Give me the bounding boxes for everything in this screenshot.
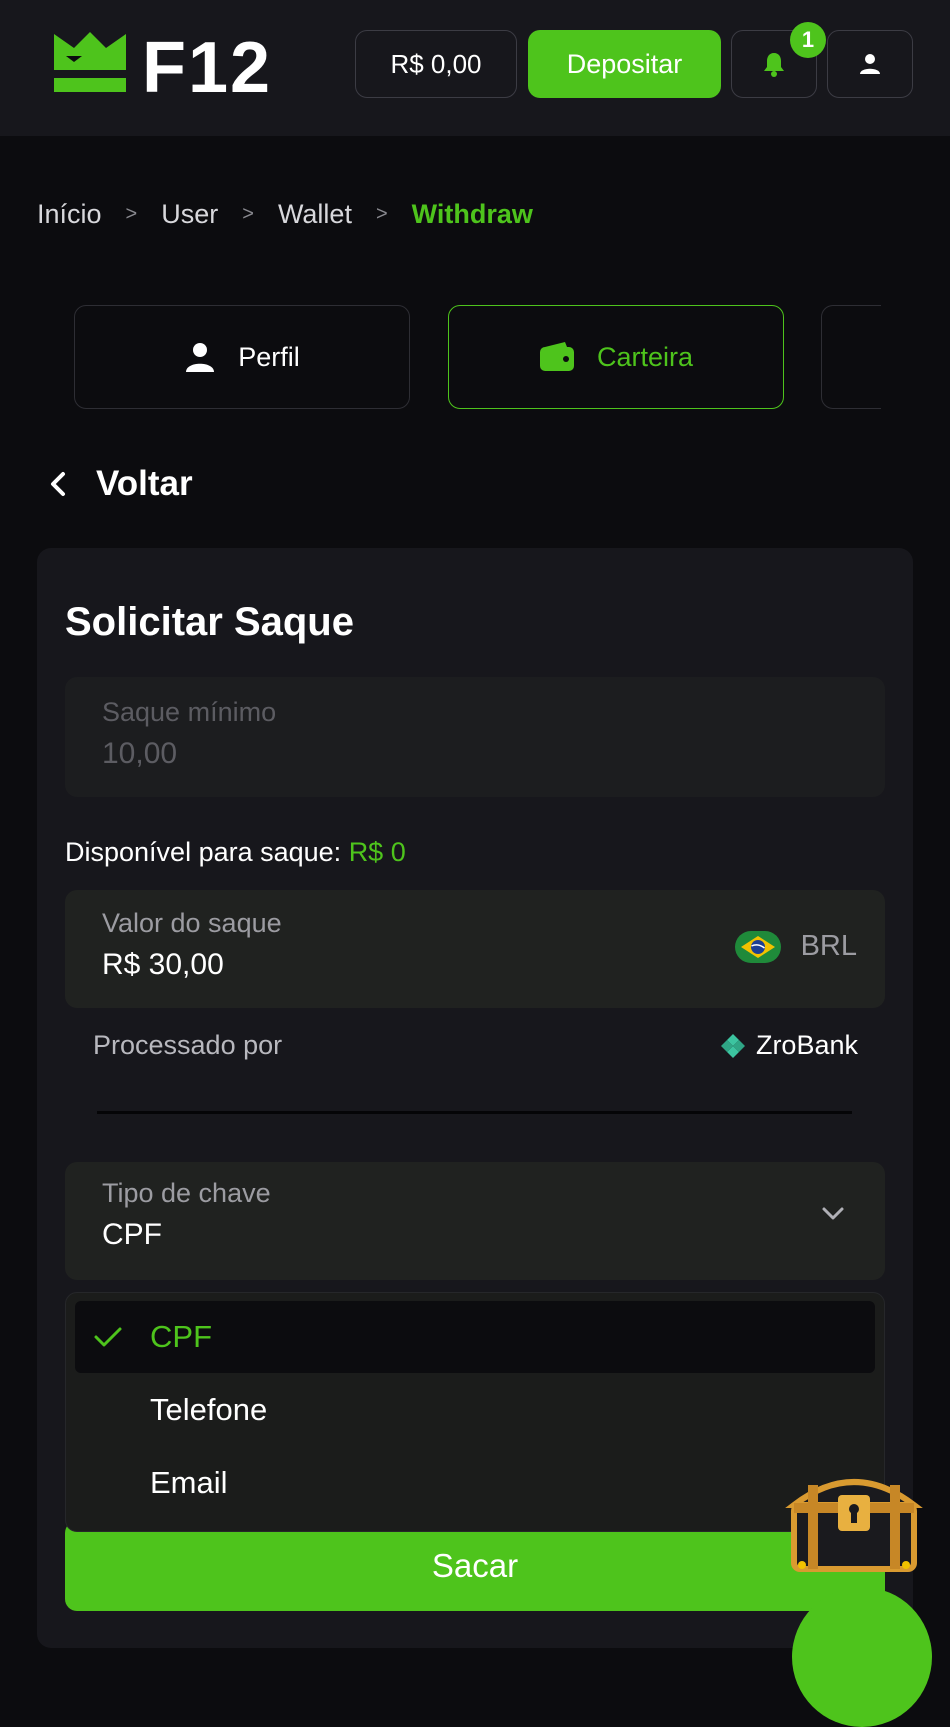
zrobank-logo-icon	[720, 1033, 746, 1059]
breadcrumb-item-inicio[interactable]: Início	[37, 199, 102, 230]
withdraw-title: Solicitar Saque	[65, 600, 354, 644]
withdraw-amount-field[interactable]: Valor do saque R$ 30,00 BRL	[65, 890, 885, 1008]
key-type-option-telefone[interactable]: Telefone	[75, 1374, 875, 1446]
user-icon	[184, 341, 216, 373]
withdraw-amount-input[interactable]: R$ 30,00	[102, 948, 224, 982]
key-type-label: Tipo de chave	[102, 1178, 271, 1208]
tab-perfil-label: Perfil	[238, 341, 300, 372]
breadcrumb-separator: >	[125, 202, 138, 225]
min-withdraw-field: Saque mínimo 10,00	[65, 677, 885, 797]
bell-icon	[764, 53, 784, 77]
key-type-select[interactable]: Tipo de chave CPF	[65, 1162, 885, 1280]
user-icon	[860, 54, 880, 74]
available-balance: Disponível para saque: R$ 0	[65, 837, 406, 868]
key-type-dropdown-menu: CPF Telefone Email	[65, 1292, 885, 1532]
tab-carteira[interactable]: Carteira	[448, 305, 784, 409]
deposit-button[interactable]: Depositar	[528, 30, 721, 98]
breadcrumb-item-user[interactable]: User	[161, 199, 218, 230]
check-icon	[93, 1325, 123, 1349]
treasure-chest-icon[interactable]	[784, 1465, 924, 1577]
withdraw-submit-label: Sacar	[431, 1547, 519, 1584]
breadcrumb-item-withdraw: Withdraw	[411, 198, 533, 229]
payment-provider: ZroBank	[720, 1030, 858, 1061]
key-type-option-cpf[interactable]: CPF	[75, 1301, 875, 1373]
deposit-button-label: Depositar	[566, 48, 683, 79]
option-label: Email	[150, 1465, 228, 1500]
key-type-value: CPF	[102, 1218, 162, 1251]
tab-carteira-label: Carteira	[596, 341, 694, 372]
notification-count-badge: 1	[790, 22, 826, 58]
currency-indicator: BRL	[734, 930, 857, 963]
top-header: F12 R$ 0,00 Depositar	[0, 0, 950, 136]
tab-partial-offscreen[interactable]	[821, 305, 881, 409]
option-label: CPF	[150, 1319, 212, 1354]
withdraw-amount-label: Valor do saque	[102, 908, 282, 938]
available-label: Disponível para saque:	[65, 837, 342, 867]
logo-text: F12	[142, 30, 272, 100]
available-amount: R$ 0	[348, 837, 406, 867]
withdraw-submit-button[interactable]: Sacar	[65, 1521, 885, 1611]
brazil-flag-icon	[734, 930, 781, 963]
option-label: Telefone	[150, 1392, 268, 1427]
f12-logo[interactable]: F12	[52, 30, 312, 100]
back-label: Voltar	[96, 464, 193, 503]
user-menu-button[interactable]	[827, 30, 913, 98]
currency-code: BRL	[800, 930, 857, 962]
wallet-icon	[539, 342, 575, 372]
divider	[97, 1111, 852, 1114]
tab-perfil[interactable]: Perfil	[74, 305, 410, 409]
min-withdraw-label: Saque mínimo	[102, 697, 277, 727]
chat-support-button[interactable]	[792, 1587, 932, 1727]
breadcrumb: Início > User > Wallet > Withdraw	[37, 194, 533, 234]
processed-by-label: Processado por	[93, 1030, 283, 1060]
breadcrumb-separator: >	[375, 202, 388, 225]
key-type-option-email[interactable]: Email	[75, 1447, 875, 1519]
chevron-down-icon[interactable]	[821, 1206, 845, 1222]
min-withdraw-value: 10,00	[102, 737, 178, 770]
chevron-left-icon	[50, 471, 66, 497]
back-button[interactable]: Voltar	[50, 460, 193, 508]
breadcrumb-item-wallet[interactable]: Wallet	[278, 199, 352, 230]
balance-display[interactable]: R$ 0,00	[355, 30, 517, 98]
balance-value: R$ 0,00	[390, 48, 482, 79]
breadcrumb-separator: >	[242, 202, 254, 225]
provider-name: ZroBank	[755, 1030, 858, 1060]
